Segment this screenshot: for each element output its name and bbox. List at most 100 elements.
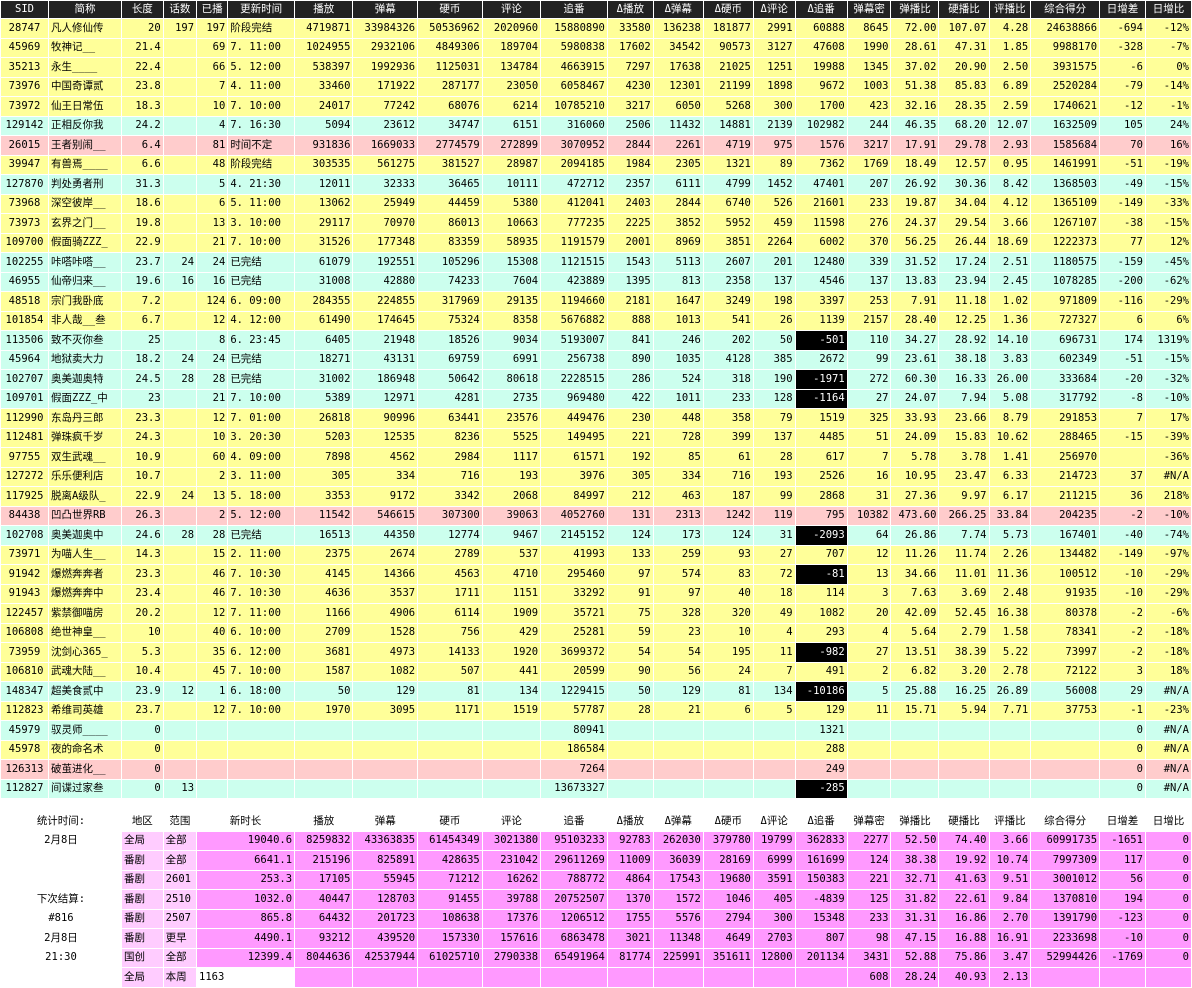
table-cell: 1769 [846,154,892,175]
table-row[interactable]: 28747 凡人修仙传 20 197 197 阶段完结 4719871 33984326 505… [0,18,1192,39]
table-row[interactable]: 109701 假面ZZZ_中 23 21 7. 10:00 5389 12971 4281 27… [0,388,1192,409]
table-cell: -149 [1099,544,1146,565]
table-row[interactable]: 73968 深空彼岸__ 18.6 6 5. 11:00 13062 25949 44459 5… [0,193,1192,214]
table-row[interactable]: 84438 凹凸世界RB 26.3 2 5. 12:00 11542 546615 30730… [0,505,1192,526]
table-row[interactable]: 129142 正相反你我 24.2 4 7. 16:30 5094 23612 34747 61… [0,115,1192,136]
table-row[interactable]: 106810 武魂大陆__ 10.4 45 7. 10:00 1587 1082 507 441… [0,661,1192,682]
column-header[interactable]: 评论 [481,0,542,19]
table-row[interactable]: 26015 王者别闹__ 6.4 81 时间不定 931836 1669033 2774579… [0,135,1192,156]
table-row[interactable]: 45964 地狱卖大力 18.2 24 24 已完结 18271 43131 69759 6991… [0,349,1192,370]
table-cell: 4710 [481,564,542,585]
table-row[interactable]: 112823 希维司英雄 23.7 12 7. 10:00 1970 3095 1171 151… [0,700,1192,721]
table-cell [196,759,229,780]
table-row[interactable]: 148347 超美食贰中 23.9 12 1 6. 18:00 50 129 81 134 1229… [0,681,1192,702]
table-row[interactable]: 48518 宗门我卧底 7.2 124 6. 09:00 284355 224855 3179… [0,291,1192,312]
table-row[interactable]: 126313 破茧进化__ 0 7264 249 0 #N/A [0,759,1192,780]
stats-cell [0,967,122,988]
table-row[interactable]: 112990 东岛丹三郎 23.3 12 7. 01:00 26818 90996 63441… [0,408,1192,429]
table-row[interactable]: 73959 沈剑心365_ 5.3 35 6. 12:00 3681 4973 14133 19… [0,642,1192,663]
stats-cell: 39788 [481,889,542,910]
table-cell [846,739,892,760]
spacer-cell [1099,798,1146,812]
table-row[interactable]: 46955 仙帝归来__ 19.6 16 16 已完结 31008 42880 74233 760… [0,271,1192,292]
table-row[interactable]: 112827 间谍过家叁 0 13 13673327 -285 0 #N/A [0,778,1192,799]
table-row[interactable]: 73973 玄界之门__ 19.8 13 3. 10:00 29117 70970 86013… [0,213,1192,234]
table-row[interactable]: 73976 中国奇谭贰 23.8 7 4. 11:00 33460 171922 287177… [0,76,1192,97]
column-header[interactable]: Δ评论 [752,0,796,19]
table-cell: 728 [652,427,704,448]
table-row[interactable]: 102707 奥美迦奥特 24.5 28 28 已完结 31002 186948 50642 80… [0,369,1192,390]
table-cell: 1740621 [1030,96,1101,117]
stats-cell: 225991 [652,947,704,968]
table-row[interactable]: 102255 咔嗒咔嗒__ 23.7 24 24 已完结 61079 192551 105296… [0,252,1192,273]
table-cell: 197 [162,18,198,39]
table-cell: 5389 [294,388,354,409]
stats-cell: 93212 [294,928,354,949]
table-cell: 233 [702,388,754,409]
column-header[interactable]: 弹幕密 [846,0,892,19]
table-cell: 124 [606,525,654,546]
table-cell: 334 [652,466,704,487]
stats-cell: 0 [1144,908,1192,929]
table-cell: 24 [196,252,229,273]
column-header[interactable]: Δ弹幕 [652,0,704,19]
column-header[interactable]: 弹播比 [890,0,940,19]
table-row[interactable]: 113506 致不灭你叁 25 8 6. 23:45 6405 21948 18526 9034… [0,330,1192,351]
table-cell: 58935 [481,232,542,253]
column-header[interactable]: Δ追番 [794,0,848,19]
column-header[interactable]: 综合得分 [1030,0,1101,19]
table-cell [606,739,654,760]
column-header[interactable]: SID [0,0,49,19]
stats-cell: 405 [752,889,796,910]
table-row[interactable]: 73972 仙王日常伍 18.3 10 7. 10:00 24017 77242 68076 6… [0,96,1192,117]
table-row[interactable]: 101854 非人哉__叁 6.7 12 4. 12:00 61490 174645 7532… [0,310,1192,331]
table-row[interactable]: 106808 绝世神皇__ 10 40 6. 10:00 2709 1528 756 429 25… [0,622,1192,643]
column-header[interactable]: 评播比 [988,0,1032,19]
column-header[interactable]: 已播 [196,0,229,19]
table-row[interactable]: 97755 双生武魂__ 10.9 60 4. 09:00 7898 4562 2984 111… [0,447,1192,468]
table-cell: 3851 [702,232,754,253]
stats-row: 番剧 全部 6641.1 215196 825891 428635 231042 296112… [0,850,1192,871]
table-row[interactable]: 45969 牧神记__ 21.4 69 7. 11:00 1024955 2932106 48… [0,37,1192,58]
table-row[interactable]: 39947 有兽焉____ 6.6 48 阶段完结 303535 561275 381527 2… [0,154,1192,175]
table-row[interactable]: 109700 假面骑ZZZ_ 22.9 21 7. 10:00 31526 177348 83… [0,232,1192,253]
stats-cell: 1032.0 [196,889,296,910]
table-cell: 24.6 [120,525,164,546]
table-cell: 198 [752,291,796,312]
column-header[interactable]: 简称 [47,0,122,19]
table-cell: 1011 [652,388,704,409]
table-row[interactable]: 122457 紫禁御喵房 20.2 12 7. 11:00 1166 4906 6114 190… [0,603,1192,624]
table-row[interactable]: 45979 驭灵师____ 0 80941 1321 0 #N/A [0,720,1192,741]
table-row[interactable]: 127272 乐乐便利店 10.7 2 3. 11:00 305 334 716 193 3976… [0,466,1192,487]
table-row[interactable]: 127870 判处勇者刑 31.3 5 4. 21:30 12011 32333 36465 1… [0,174,1192,195]
table-row[interactable]: 91942 爆燃奔奔者 23.3 46 7. 10:30 4145 14366 4563 471… [0,564,1192,585]
column-header[interactable]: 硬币 [417,0,483,19]
table-cell: 7898 [294,447,354,468]
table-cell: 仙帝归来__ [47,271,122,292]
table-cell: 72 [752,564,796,585]
table-row[interactable]: 73971 为喵人生__ 14.3 15 2. 11:00 2375 2674 2789 537… [0,544,1192,565]
column-header[interactable]: 话数 [162,0,198,19]
table-cell: 沈剑心365_ [47,642,122,663]
table-row[interactable]: 112481 弹珠疯千岁 24.3 10 3. 20:30 5203 12535 8236 55… [0,427,1192,448]
column-header[interactable]: 日增比 [1144,0,1192,19]
table-cell: 12 [162,681,198,702]
column-header[interactable]: 追番 [540,0,608,19]
column-header[interactable]: 日增差 [1099,0,1146,19]
table-cell [652,759,704,780]
column-header[interactable]: 硬播比 [938,0,990,19]
table-cell: 2264 [752,232,796,253]
column-header[interactable]: Δ播放 [606,0,654,19]
column-header[interactable]: Δ硬币 [702,0,754,19]
column-header[interactable]: 播放 [294,0,354,19]
table-cell: 52.45 [938,603,990,624]
table-row[interactable]: 35213 永生____ 22.4 66 5. 12:00 538397 1992936 11… [0,57,1192,78]
table-cell: 17638 [652,57,704,78]
table-row[interactable]: 91943 爆燃奔奔中 23.4 46 7. 10:30 4636 3537 1711 1151… [0,583,1192,604]
column-header[interactable]: 更新时间 [227,0,296,19]
table-row[interactable]: 117925 脱离A级队_ 22.9 24 13 5. 18:00 3353 9172 3342… [0,486,1192,507]
column-header[interactable]: 长度 [120,0,164,19]
table-row[interactable]: 102708 奥美迦奥中 24.6 28 28 已完结 16513 44350 12774 946… [0,525,1192,546]
column-header[interactable]: 弹幕 [352,0,419,19]
table-row[interactable]: 45978 夜的命名术 0 186584 288 0 #N/A [0,739,1192,760]
